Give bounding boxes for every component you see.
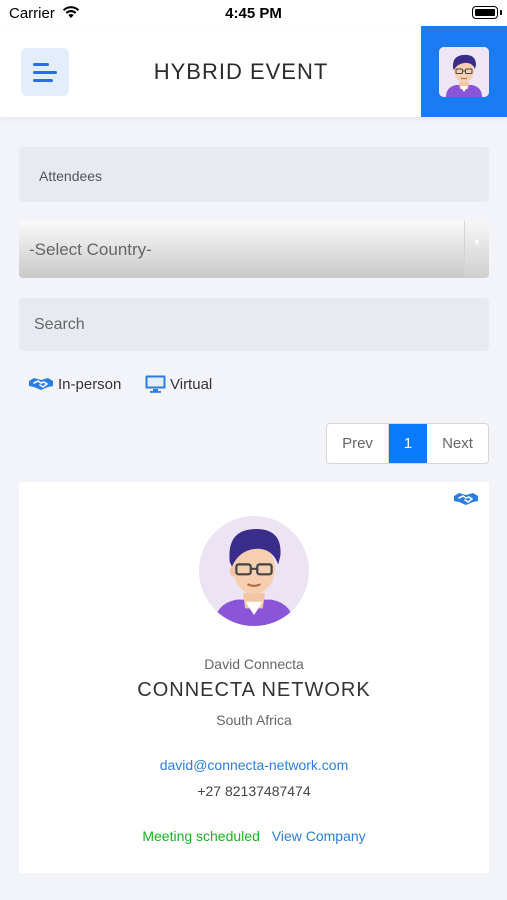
handshake-icon [454,493,478,505]
battery-cap [500,10,502,15]
attendee-avatar [199,516,309,626]
hamburger-icon-line [33,63,49,66]
monitor-icon [145,375,166,393]
handshake-icon [29,378,53,390]
profile-button[interactable] [421,26,507,117]
avatar-illustration-icon [199,516,309,626]
attendee-company: CONNECTA NETWORK [137,679,371,701]
legend-in-person: In-person [28,375,121,393]
attendee-card: David Connecta CONNECTA NETWORK South Af… [19,482,489,873]
attendee-phone: +27 82137487474 [197,783,311,799]
status-bar: Carrier 4:45 PM [0,0,507,26]
avatar [439,47,489,97]
attendee-country: South Africa [216,712,292,728]
legend-virtual: Virtual [145,375,212,393]
country-select-value: -Select Country- [29,240,152,259]
legend-in-person-label: In-person [58,375,122,393]
page-title: HYBRID EVENT [153,59,329,84]
search-input[interactable]: Search [19,298,489,351]
country-select[interactable]: -Select Country- ▼ [19,221,489,278]
pagination: Prev 1 Next [326,423,489,464]
battery-icon [472,6,498,19]
next-button[interactable]: Next [427,424,488,463]
legend-virtual-label: Virtual [170,375,213,393]
attendee-name: David Connecta [204,656,304,672]
view-company-link[interactable]: View Company [272,828,366,844]
attendee-email-link[interactable]: david@connecta-network.com [19,757,489,773]
card-footer: Meeting scheduled View Company [19,828,489,844]
avatar-illustration-icon [439,47,489,97]
menu-button[interactable] [21,48,69,96]
page-1-button[interactable]: 1 [389,424,427,463]
prev-button[interactable]: Prev [327,424,389,463]
hamburger-icon-line [33,79,53,82]
chevron-down-icon: ▼ [473,238,481,247]
attendees-field[interactable]: Attendees [19,147,489,202]
attendees-label: Attendees [39,168,103,184]
status-time: 4:45 PM [225,5,282,22]
select-arrow-button[interactable]: ▼ [464,221,489,278]
search-placeholder: Search [34,316,85,333]
hamburger-icon-line [33,71,57,74]
app-header: HYBRID EVENT [0,26,507,117]
meeting-status: Meeting scheduled [142,828,260,844]
